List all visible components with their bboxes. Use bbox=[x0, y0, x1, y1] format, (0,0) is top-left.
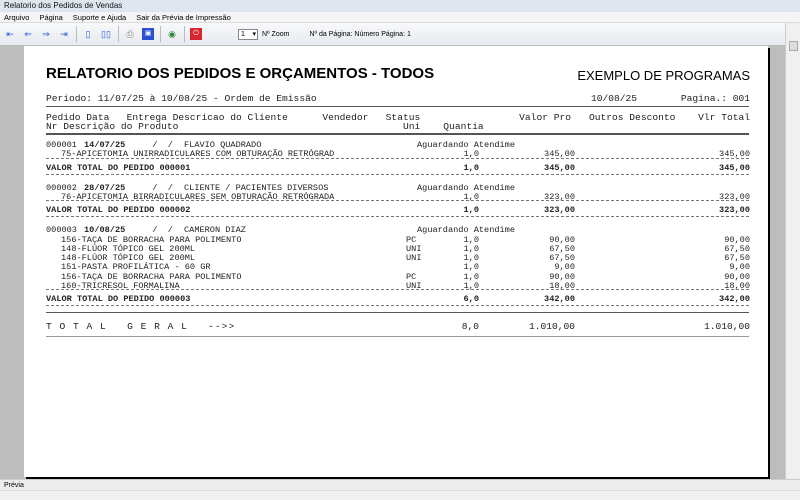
menu-suporte[interactable]: Suporte e Ajuda bbox=[73, 12, 126, 22]
single-page-icon[interactable]: ▯ bbox=[82, 28, 94, 40]
column-header-2: Nr Descrição do Produto bbox=[46, 121, 179, 132]
dashed-divider bbox=[46, 173, 749, 175]
print-icon[interactable]: ⎙ bbox=[124, 28, 136, 40]
order-total-quantity: 1,0 bbox=[463, 205, 479, 216]
separator bbox=[160, 26, 161, 42]
dashed-divider bbox=[46, 305, 749, 307]
toolbar: ⇤ ⇐ ⇒ ⇥ ▯ ▯▯ ⎙ ▣ ◉ ⏻ 1 Nº Zoom Nº da Pág… bbox=[0, 23, 785, 45]
column-outros-desconto: Outros Desconto bbox=[589, 112, 676, 123]
zoom-select[interactable]: 1 bbox=[238, 28, 258, 40]
horizontal-scrollbar[interactable] bbox=[0, 490, 800, 500]
dashed-divider bbox=[46, 216, 749, 218]
dashed-divider bbox=[46, 200, 749, 202]
order-total-price: 323,00 bbox=[544, 205, 575, 216]
window-title: Relatorio dos Pedidos de Vendas bbox=[0, 0, 800, 12]
column-valor-pro: Valor Pro bbox=[519, 112, 571, 123]
divider bbox=[46, 106, 749, 107]
order-total-label: VALOR TOTAL DO PEDIDO 000001 bbox=[46, 162, 191, 173]
prev-page-icon[interactable]: ⇐ bbox=[22, 28, 34, 40]
order-total-price: 342,00 bbox=[544, 294, 575, 305]
email-icon[interactable]: ◉ bbox=[166, 28, 178, 40]
order-total-quantity: 1,0 bbox=[463, 162, 479, 173]
next-page-icon[interactable]: ⇒ bbox=[40, 28, 52, 40]
grand-total-price: 1.010,00 bbox=[528, 321, 575, 333]
zoom-label: Nº Zoom bbox=[262, 30, 290, 38]
export-icon[interactable]: ▣ bbox=[142, 28, 154, 40]
divider bbox=[46, 336, 749, 338]
first-page-icon[interactable]: ⇤ bbox=[4, 28, 16, 40]
dashed-divider bbox=[46, 157, 749, 159]
last-page-icon[interactable]: ⇥ bbox=[58, 28, 70, 40]
vertical-scrollbar[interactable] bbox=[785, 23, 800, 479]
page-number: Pagina.: 001 bbox=[680, 93, 750, 104]
company-name: EXEMPLO DE PROGRAMAS bbox=[577, 68, 750, 83]
order-total-value: 345,00 bbox=[719, 162, 750, 173]
menu-bar: Arquivo Página Suporte e Ajuda Sair da P… bbox=[0, 12, 800, 23]
order-total-value: 342,00 bbox=[719, 294, 750, 305]
period: Período: 11/07/25 à 10/08/25 - Ordem de … bbox=[46, 93, 317, 104]
preview-canvas: RELATORIO DOS PEDIDOS E ORÇAMENTOS - TOD… bbox=[0, 45, 785, 479]
menu-pagina[interactable]: Página bbox=[39, 12, 62, 22]
column-vlr-total: Vlr Total bbox=[698, 112, 750, 123]
page-number-label: Nº da Página: Número Página: 1 bbox=[309, 30, 411, 38]
separator bbox=[118, 26, 119, 42]
report-title: RELATORIO DOS PEDIDOS E ORÇAMENTOS - TOD… bbox=[46, 65, 435, 82]
menu-sair[interactable]: Sair da Prévia de Impressão bbox=[136, 12, 231, 22]
grand-total-value: 1.010,00 bbox=[703, 321, 750, 333]
dashed-divider bbox=[46, 289, 749, 291]
divider bbox=[46, 312, 749, 314]
two-pages-icon[interactable]: ▯▯ bbox=[100, 28, 112, 40]
report-date: 10/08/25 bbox=[591, 93, 638, 104]
order-total-label: VALOR TOTAL DO PEDIDO 000002 bbox=[46, 205, 191, 216]
report-page: RELATORIO DOS PEDIDOS E ORÇAMENTOS - TOD… bbox=[24, 46, 768, 477]
close-icon[interactable]: ⏻ bbox=[190, 28, 202, 40]
order-total-label: VALOR TOTAL DO PEDIDO 000003 bbox=[46, 294, 191, 305]
order-total-value: 323,00 bbox=[719, 205, 750, 216]
order-total-price: 345,00 bbox=[544, 162, 575, 173]
separator bbox=[184, 26, 185, 42]
separator bbox=[76, 26, 77, 42]
menu-arquivo[interactable]: Arquivo bbox=[4, 12, 29, 22]
divider bbox=[46, 133, 749, 135]
column-uni-quantia: Uni Quantia bbox=[403, 121, 484, 132]
grand-total-label: T O T A L G E R A L -->> bbox=[46, 321, 236, 333]
item-unit: UNI bbox=[406, 253, 422, 264]
status-bar: Prévia bbox=[0, 479, 800, 490]
scroll-thumb[interactable] bbox=[789, 41, 798, 51]
order-total-quantity: 6,0 bbox=[463, 294, 479, 305]
grand-total-quantity: 8,0 bbox=[461, 321, 479, 333]
